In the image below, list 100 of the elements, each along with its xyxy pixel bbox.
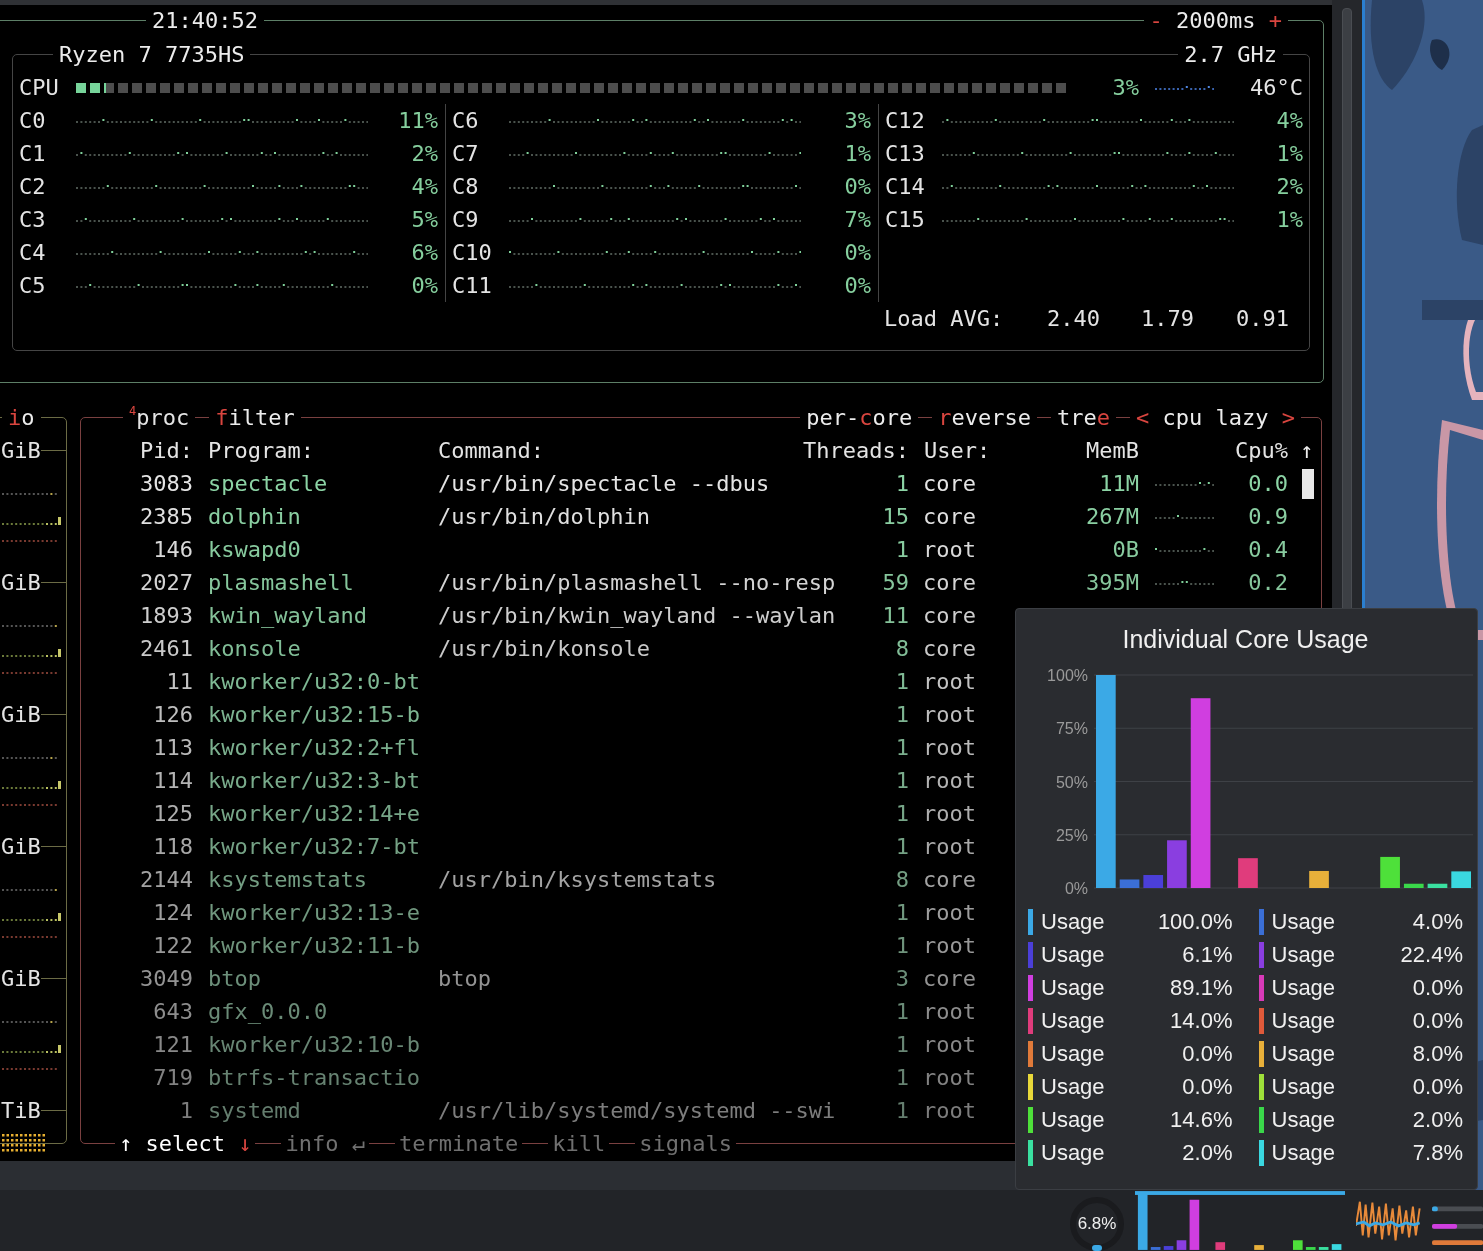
user-cell-text: root — [922, 767, 977, 795]
program-cell-text: btrfs-transactio — [207, 1064, 421, 1092]
column-header[interactable]: User: — [909, 434, 1060, 467]
legend-value: 2.0% — [1181, 1139, 1233, 1166]
program-cell-text: btop — [207, 965, 262, 993]
disk-size-label: GiB — [1, 833, 41, 861]
disk-activity-icon — [2, 1133, 47, 1154]
legend-label: Usage — [1041, 1007, 1105, 1034]
process-cpu-graph — [1155, 547, 1215, 552]
cpu-usage: 3% — [1111, 74, 1139, 102]
legend-value: 8.0% — [1411, 1040, 1463, 1067]
program-cell-text: dolphin — [207, 503, 302, 531]
y-tick-label: 50% — [1055, 773, 1088, 791]
column-header[interactable]: Command: — [438, 434, 803, 467]
core-label: C1 — [19, 140, 47, 168]
threads-cell-text: 1 — [894, 1031, 909, 1059]
disk-size-label: GiB — [1, 437, 41, 465]
cpu-gauge-value: 6.8% — [1077, 1213, 1117, 1234]
mini-bar — [1318, 1247, 1329, 1250]
threads-cell-text: 1 — [894, 470, 909, 498]
core-label: C0 — [19, 107, 47, 135]
core-label: C8 — [452, 173, 480, 201]
program-cell-text: kworker/u32:11-b — [207, 932, 421, 960]
threads-cell-text: 1 — [894, 800, 909, 828]
threads-cell-text: 1 — [894, 536, 909, 564]
pid-cell-text: 2027 — [139, 569, 193, 597]
mini-bar — [1150, 1247, 1161, 1250]
user-cell-text: root — [922, 800, 977, 828]
mini-bar — [1215, 1242, 1226, 1250]
core-usage: 11% — [397, 107, 438, 135]
threads-cell-text: 11 — [881, 602, 909, 630]
column-header[interactable]: MemB — [1060, 434, 1139, 467]
scrollbar-thumb[interactable] — [1302, 468, 1314, 499]
core-label: C6 — [452, 107, 480, 135]
cpu-gauge[interactable]: 6.8% — [1070, 1196, 1124, 1251]
column-header[interactable]: Program: — [193, 434, 438, 467]
disk-size-label: GiB — [1, 569, 41, 597]
core-label: C15 — [885, 206, 926, 234]
core-label: C9 — [452, 206, 480, 234]
load-avg-value: 2.40 — [1046, 305, 1100, 333]
user-cell-text: core — [922, 569, 977, 597]
legend-value: 7.8% — [1411, 1139, 1463, 1166]
program-cell-text: konsole — [207, 635, 302, 663]
disk-size-label: GiB — [1, 701, 41, 729]
legend-value: 6.1% — [1181, 941, 1233, 968]
legend-value: 22.4% — [1399, 941, 1463, 968]
cpu-temperature: 46°C — [1249, 74, 1303, 102]
threads-cell-text: 59 — [881, 569, 909, 597]
core-usage: 0% — [410, 272, 438, 300]
mini-bar — [1176, 1240, 1187, 1250]
mini-bar — [1305, 1247, 1316, 1250]
pid-cell-text: 2385 — [139, 503, 193, 531]
threads-cell-text: 15 — [881, 503, 909, 531]
mini-bar — [1163, 1246, 1174, 1250]
program-cell-text: spectacle — [207, 470, 329, 498]
pid-cell-text: 113 — [152, 734, 193, 762]
core-label: C3 — [19, 206, 47, 234]
command-cell-text: /usr/bin/spectacle --dbus — [438, 470, 771, 498]
threads-cell-text: 3 — [894, 965, 909, 993]
column-header[interactable]: Threads: — [803, 434, 909, 467]
program-cell-text: kworker/u32:0-bt — [207, 668, 421, 696]
command-cell-text: /usr/bin/konsole — [438, 635, 651, 663]
legend-label: Usage — [1271, 1073, 1336, 1100]
pid-cell-text: 126 — [152, 701, 193, 729]
command-cell-text: /usr/bin/ksystemstats — [438, 866, 718, 894]
user-cell-text: root — [922, 833, 977, 861]
core-usage: 7% — [843, 206, 871, 234]
pid-cell-text: 118 — [152, 833, 193, 861]
pid-cell-text: 719 — [152, 1064, 193, 1092]
threads-cell-text: 1 — [894, 899, 909, 927]
pid-cell-text: 114 — [152, 767, 193, 795]
core-label: C11 — [452, 272, 493, 300]
core-label: C5 — [19, 272, 47, 300]
pid-cell-text: 11 — [165, 668, 193, 696]
legend-value: 0.0% — [1411, 974, 1463, 1001]
pid-cell-text: 3049 — [139, 965, 193, 993]
core-usage: 1% — [1275, 140, 1303, 168]
pid-cell-text: 2144 — [139, 866, 193, 894]
column-header[interactable]: Cpu% — [1222, 434, 1288, 467]
program-cell-text: kworker/u32:15-b — [207, 701, 421, 729]
legend-value: 0.0% — [1411, 1073, 1463, 1100]
cpu-cell-text: 0.9 — [1247, 503, 1288, 531]
mini-bar — [1254, 1245, 1264, 1250]
legend-value: 0.0% — [1411, 1007, 1463, 1034]
gauge-marker — [1092, 1244, 1102, 1251]
load-avg-value: 1.79 — [1140, 305, 1194, 333]
mini-bar — [1293, 1240, 1303, 1250]
legend-label: Usage — [1041, 941, 1105, 968]
program-cell-text: kworker/u32:13-e — [207, 899, 421, 927]
core-label: C7 — [452, 140, 480, 168]
sort-arrow[interactable]: ↑ — [1288, 434, 1321, 467]
pid-cell-text: 125 — [152, 800, 193, 828]
core-usage: 6% — [410, 239, 438, 267]
column-header[interactable]: Pid: — [81, 434, 193, 467]
core-label: C10 — [452, 239, 493, 267]
y-tick-label: 75% — [1055, 720, 1088, 738]
core-usage: 0% — [843, 173, 871, 201]
cpu-cell-text: 0.4 — [1247, 536, 1288, 564]
core-usage: 2% — [410, 140, 438, 168]
pid-cell-text: 643 — [152, 998, 193, 1026]
